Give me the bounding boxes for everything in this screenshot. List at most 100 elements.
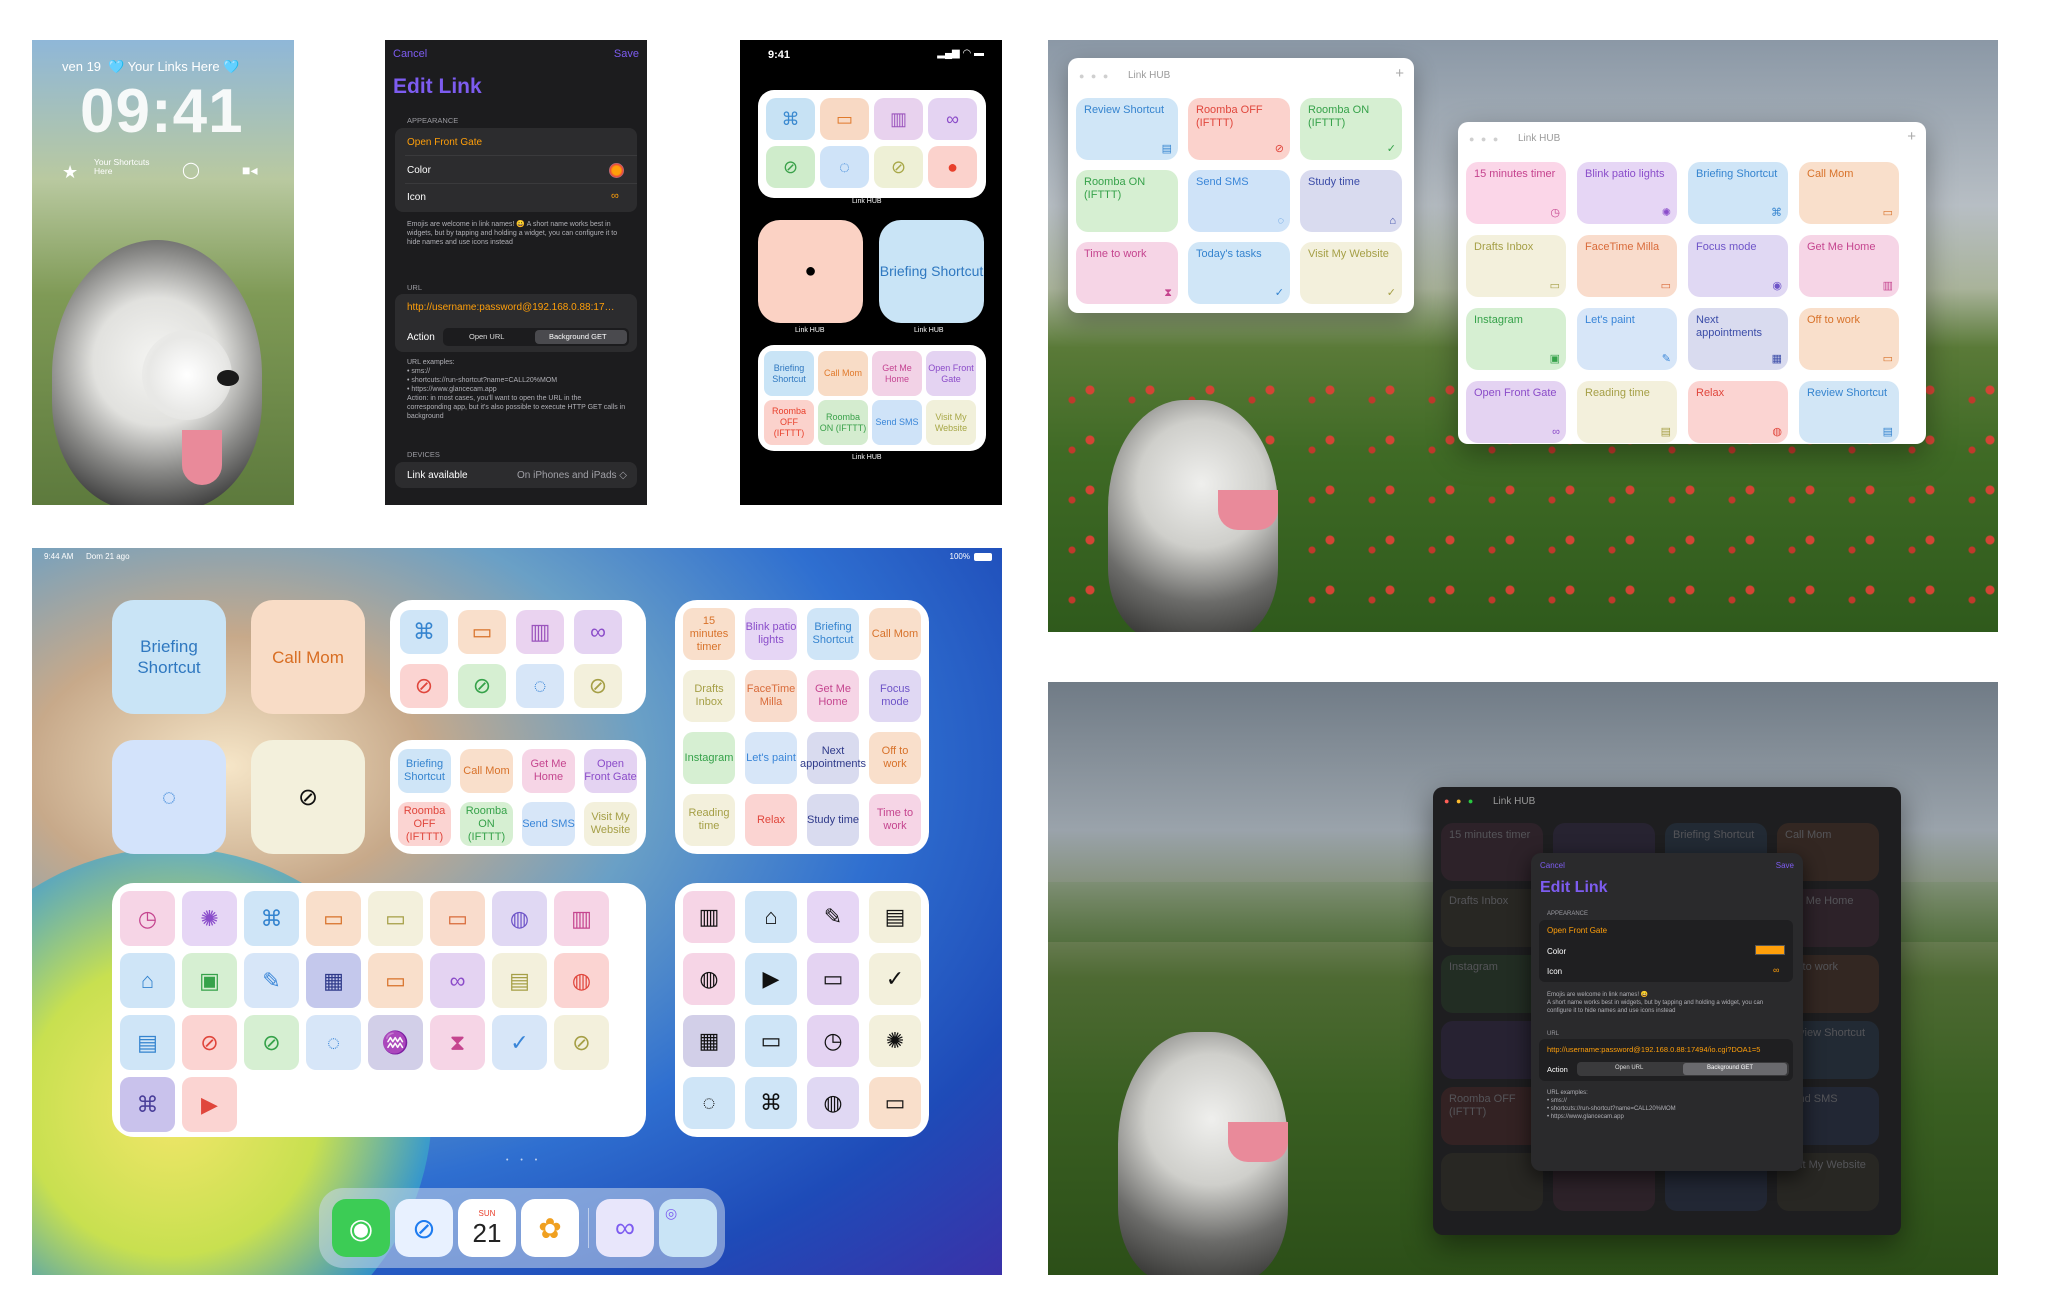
- icon-tile[interactable]: ◍: [554, 953, 609, 1008]
- link-send-sms[interactable]: Send SMS: [522, 802, 575, 846]
- icon-tile[interactable]: ◌: [683, 1077, 735, 1129]
- link-blink-patio-lights[interactable]: Blink patio lights: [745, 608, 797, 660]
- widget-large-link-grid[interactable]: 15 minutes timer Blink patio lights Briefi…: [675, 600, 929, 854]
- icon-tile[interactable]: ◷: [120, 891, 175, 946]
- icon-tile[interactable]: ♒: [368, 1015, 423, 1070]
- icon-tile[interactable]: ▶: [745, 953, 797, 1005]
- icon-tile[interactable]: ◍: [683, 953, 735, 1005]
- chat-icon[interactable]: ◌: [820, 146, 869, 188]
- link-visit-my-website[interactable]: Visit My Website: [584, 802, 637, 846]
- link-instagram[interactable]: Instagram: [683, 732, 735, 784]
- icon-tile[interactable]: ∞: [430, 953, 485, 1008]
- icon-tile[interactable]: ✎: [807, 891, 859, 943]
- icon-tile[interactable]: ✓: [492, 1015, 547, 1070]
- widget-xl-icons[interactable]: ◷ ✺ ⌘ ▭ ▭ ▭ ◍ ▥ ⌂ ▣ ✎ ▦ ▭ ∞ ▤ ◍ ▤ ⊘ ⊘ ◌ ♒ ⧗ ✓ ⊘ ⌘ ▶: [112, 883, 646, 1137]
- widget-link-grid[interactable]: Briefing Shortcut Call Mom Get Me Home O…: [758, 345, 986, 451]
- link-briefing-shortcut[interactable]: Briefing Shortcut: [398, 749, 451, 793]
- widget-call-mom[interactable]: Call Mom: [251, 600, 365, 714]
- cancel-button[interactable]: Cancel: [1540, 861, 1565, 870]
- edit-link-dialog[interactable]: Cancel Save Edit Link APPEARANCE Open Fr…: [1531, 853, 1803, 1171]
- devices-value[interactable]: On iPhones and iPads ◇: [509, 470, 627, 481]
- calendar-icon[interactable]: SUN 21: [458, 1199, 516, 1257]
- window-controls[interactable]: ● ● ●: [1469, 134, 1500, 144]
- icon-tile[interactable]: ⌘: [745, 1077, 797, 1129]
- link-icon[interactable]: ∞: [1773, 965, 1779, 975]
- name-field[interactable]: Open Front Gate: [1547, 926, 1607, 935]
- tile-off-to-work[interactable]: Off to work ▭: [1799, 308, 1899, 370]
- icon-tile[interactable]: ▣: [182, 953, 237, 1008]
- tile-instagram[interactable]: Instagram ▣: [1466, 308, 1566, 370]
- tile-study-time[interactable]: Study time ⌂: [1300, 170, 1402, 232]
- icon-tile[interactable]: ⊘: [244, 1015, 299, 1070]
- icon-tile[interactable]: ⊘: [574, 664, 622, 708]
- icon-tile[interactable]: ⌘: [400, 610, 448, 654]
- link-get-me-home[interactable]: Get Me Home: [522, 749, 575, 793]
- action-open-url[interactable]: Open URL: [469, 332, 504, 341]
- video-icon[interactable]: ▭: [820, 98, 869, 140]
- link-focus-mode[interactable]: Focus mode: [869, 670, 921, 722]
- name-field[interactable]: Open Front Gate: [407, 137, 482, 148]
- tile-next-appointments[interactable]: Next appointments ▦: [1688, 308, 1788, 370]
- widget-link-grid[interactable]: Briefing Shortcut Call Mom Get Me Home Open…: [390, 740, 646, 854]
- compass-icon[interactable]: ⊘: [251, 740, 365, 854]
- icon-tile[interactable]: ▭: [430, 891, 485, 946]
- link-get-me-home[interactable]: Get Me Home: [807, 670, 859, 722]
- add-button[interactable]: +: [1395, 65, 1404, 82]
- link-briefing-shortcut[interactable]: Briefing Shortcut: [807, 608, 859, 660]
- grid-open-front-gate[interactable]: Open Front Gate: [926, 351, 976, 396]
- link-call-mom[interactable]: Call Mom: [460, 749, 513, 793]
- tile-call-mom[interactable]: Call Mom ▭: [1799, 162, 1899, 224]
- tile-relax[interactable]: Relax ◍: [1688, 381, 1788, 443]
- link-time-to-work[interactable]: Time to work: [869, 794, 921, 846]
- url-field[interactable]: http://username:password@192.168.0.88:17…: [407, 302, 615, 313]
- tile-visit-my-website[interactable]: Visit My Website ✓: [1300, 242, 1402, 304]
- widget-briefing-shortcut[interactable]: Briefing Shortcut: [879, 220, 984, 323]
- cancel-button[interactable]: Cancel: [393, 48, 427, 60]
- page-dots[interactable]: • • •: [506, 1157, 542, 1164]
- window-controls[interactable]: ● ● ●: [1444, 796, 1475, 806]
- tile-roomba-on-ifttt[interactable]: Roomba ON (IFTTT): [1076, 170, 1178, 232]
- star-icon[interactable]: ★: [62, 162, 78, 183]
- grid-roomba-on[interactable]: Roomba ON (IFTTT): [818, 400, 868, 445]
- widget-large-icons[interactable]: ▥ ⌂ ✎ ▤ ◍ ▶ ▭ ✓ ▦ ▭ ◷ ✺ ◌ ⌘ ◍ ▭: [675, 883, 929, 1137]
- widget-compass[interactable]: ●: [758, 220, 863, 323]
- icon-tile[interactable]: ◷: [807, 1015, 859, 1067]
- tile-blink-patio-lights[interactable]: Blink patio lights ✺: [1577, 162, 1677, 224]
- icon-tile[interactable]: ✓: [869, 953, 921, 1005]
- icon-tile[interactable]: ✺: [869, 1015, 921, 1067]
- link-15-minutes-timer[interactable]: 15 minutes timer: [683, 608, 735, 660]
- link-relax[interactable]: Relax: [745, 794, 797, 846]
- icon-tile[interactable]: ▭: [807, 953, 859, 1005]
- tile-15-minutes-timer[interactable]: 15 minutes timer ◷: [1466, 162, 1566, 224]
- icon-tile[interactable]: ▭: [745, 1015, 797, 1067]
- icon-tile[interactable]: ⌂: [745, 891, 797, 943]
- color-well[interactable]: [1755, 945, 1785, 955]
- url-field[interactable]: http://username:password@192.168.0.88:17…: [1547, 1045, 1760, 1054]
- link-open-front-gate[interactable]: Open Front Gate: [584, 749, 637, 793]
- action-background-get[interactable]: Background GET: [549, 332, 607, 341]
- tile-drafts-inbox[interactable]: Drafts Inbox ▭: [1466, 235, 1566, 297]
- safari-icon[interactable]: ⊘: [395, 1199, 453, 1257]
- icon-tile[interactable]: ⊘: [458, 664, 506, 708]
- command-icon[interactable]: ⌘: [766, 98, 815, 140]
- window-controls[interactable]: ● ● ●: [1079, 71, 1110, 81]
- icon-tile[interactable]: ◌: [516, 664, 564, 708]
- icon-tile[interactable]: ▥: [683, 891, 735, 943]
- grid-visit-my-website[interactable]: Visit My Website: [926, 400, 976, 445]
- grid-roomba-off[interactable]: Roomba OFF (IFTTT): [764, 400, 814, 445]
- chat-bubble-icon[interactable]: ◌: [112, 740, 226, 854]
- icon-tile[interactable]: ▤: [492, 953, 547, 1008]
- icon-tile[interactable]: ▦: [306, 953, 361, 1008]
- alert-icon[interactable]: ●: [928, 146, 977, 188]
- link-hub-widget-icon[interactable]: ◎: [659, 1199, 717, 1257]
- tile-let-s-paint[interactable]: Let's paint ✎: [1577, 308, 1677, 370]
- tile-open-front-gate[interactable]: Open Front Gate ∞: [1466, 381, 1566, 443]
- tile-get-me-home[interactable]: Get Me Home ▥: [1799, 235, 1899, 297]
- link-roomba-on-ifttt[interactable]: Roomba ON (IFTTT): [460, 802, 513, 846]
- map-icon[interactable]: ▥: [874, 98, 923, 140]
- link-hub-window-back[interactable]: ● ● ● Link HUB + Review Shortcut ▤ Roomba …: [1068, 58, 1414, 313]
- icon-tile[interactable]: ⊘: [400, 664, 448, 708]
- icon-tile[interactable]: ▶: [182, 1077, 237, 1132]
- tile-briefing-shortcut[interactable]: Briefing Shortcut ⌘: [1688, 162, 1788, 224]
- icon-tile[interactable]: ▥: [554, 891, 609, 946]
